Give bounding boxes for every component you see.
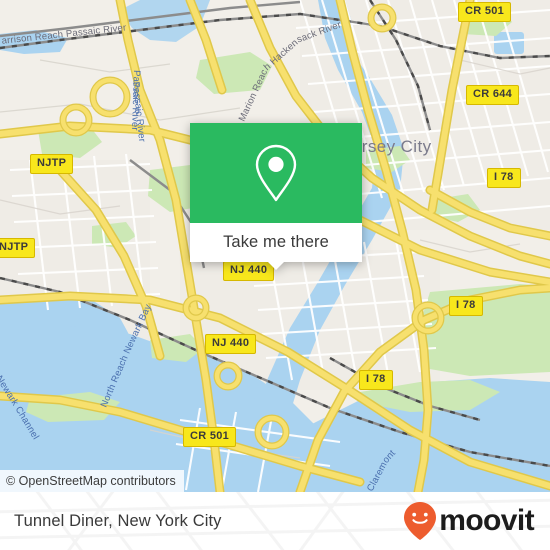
shield-cr-501-lower[interactable]: CR 501 [183, 427, 237, 447]
shield-cr-644[interactable]: CR 644 [466, 85, 520, 105]
location-pin-icon [255, 144, 297, 202]
osm-attribution[interactable]: © OpenStreetMap contributors [0, 470, 184, 492]
shield-nj-440-lower[interactable]: NJ 440 [205, 334, 257, 354]
map-canvas[interactable]: arrison Reach Passaic River Passaic Rive… [0, 0, 550, 492]
moovit-map-screenshot: arrison Reach Passaic River Passaic Rive… [0, 0, 550, 550]
take-me-there-label: Take me there [223, 233, 329, 251]
shield-i-78-bottom[interactable]: I 78 [359, 370, 393, 390]
take-me-there-button[interactable]: Take me there [190, 223, 362, 270]
shield-i-78-right[interactable]: I 78 [487, 168, 521, 188]
moovit-smiley-pin-icon [404, 502, 437, 540]
shield-i-78-mid[interactable]: I 78 [449, 296, 483, 316]
popup-pin-area [190, 123, 362, 223]
popup-tail-pointer [267, 261, 285, 270]
shield-cr-501-top[interactable]: CR 501 [458, 2, 512, 22]
shield-njtp-upper[interactable]: NJTP [30, 154, 74, 174]
moovit-wordmark: moovit [439, 504, 534, 537]
place-popup-card[interactable]: Take me there [190, 123, 362, 270]
shield-njtp-left[interactable]: NJTP [0, 238, 36, 258]
footer-bar: Tunnel Diner, New York City moovit [0, 492, 550, 550]
moovit-logo[interactable]: moovit [402, 501, 535, 541]
page-title: Tunnel Diner, New York City [14, 511, 222, 530]
